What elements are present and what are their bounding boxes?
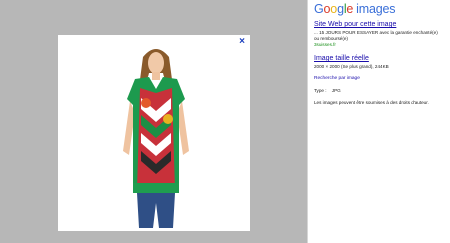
website-link[interactable]: Site Web pour cette image: [314, 21, 396, 28]
logo-product-label: images: [356, 2, 396, 16]
type-label: Type :: [314, 88, 327, 93]
face-shape: [148, 52, 164, 74]
image-preview-overlay: ×: [0, 0, 307, 243]
copyright-notice: Les images peuvent être soumises à des d…: [314, 100, 429, 105]
type-row: Type : JPG: [314, 88, 444, 94]
top-hem: [133, 183, 179, 193]
close-icon[interactable]: ×: [239, 37, 245, 47]
jeans: [137, 193, 175, 228]
product-photo[interactable]: [113, 43, 199, 228]
neck-shape: [152, 72, 160, 80]
medallion-right: [163, 114, 173, 124]
result-snippet: ... 15 JOURS POUR ESSAYER avec la garant…: [314, 30, 438, 41]
image-details-panel: Google images Site Web pour cette image .…: [307, 0, 450, 243]
result-domain[interactable]: 3suisses.fr: [314, 42, 336, 47]
full-size-image-link[interactable]: Image taille réelle: [314, 55, 369, 62]
search-by-image-link[interactable]: Recherche par image: [314, 76, 360, 81]
medallion-left: [141, 98, 151, 108]
image-dimensions: 2000 × 2000 (Se plus grand), 244KB: [314, 64, 389, 69]
google-images-logo[interactable]: Google images: [314, 2, 395, 16]
image-preview-modal: ×: [58, 35, 250, 231]
type-value: JPG: [331, 88, 341, 93]
